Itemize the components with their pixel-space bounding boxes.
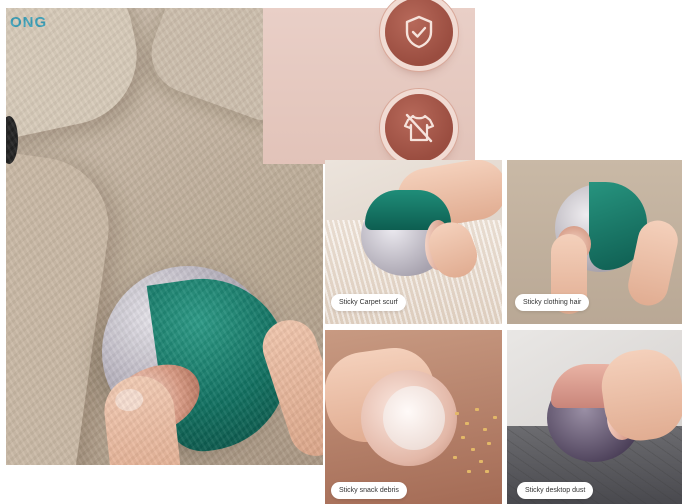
feature-badge-protect [385, 0, 453, 66]
usage-tile-clothing: Sticky clothing hair [507, 160, 682, 324]
coat-button [6, 116, 18, 164]
coat-collar [6, 8, 150, 145]
tile-label: Sticky Carpet scurf [331, 294, 406, 311]
tile-label: Sticky snack debris [331, 482, 407, 499]
tile-label: Sticky clothing hair [515, 294, 590, 311]
usage-tile-snack: Sticky snack debris [325, 330, 502, 504]
shirt-crossed-icon [403, 113, 435, 143]
finger [255, 313, 323, 463]
feature-badge-no-damage [385, 94, 453, 162]
usage-tile-desktop: Sticky desktop dust [507, 330, 682, 504]
thumb [100, 372, 182, 465]
brand-logo: ONG [10, 14, 48, 31]
roller-rim [96, 350, 212, 450]
thumb-nail [114, 387, 145, 413]
coat-lapel [6, 151, 118, 465]
roller-shell [146, 267, 300, 457]
roller-window [383, 386, 445, 450]
tile-label: Sticky desktop dust [517, 482, 594, 499]
feature-panel [263, 0, 475, 164]
roller-ball [102, 266, 274, 438]
shield-check-icon [405, 15, 433, 49]
usage-tile-carpet: Sticky Carpet scurf [325, 160, 502, 324]
